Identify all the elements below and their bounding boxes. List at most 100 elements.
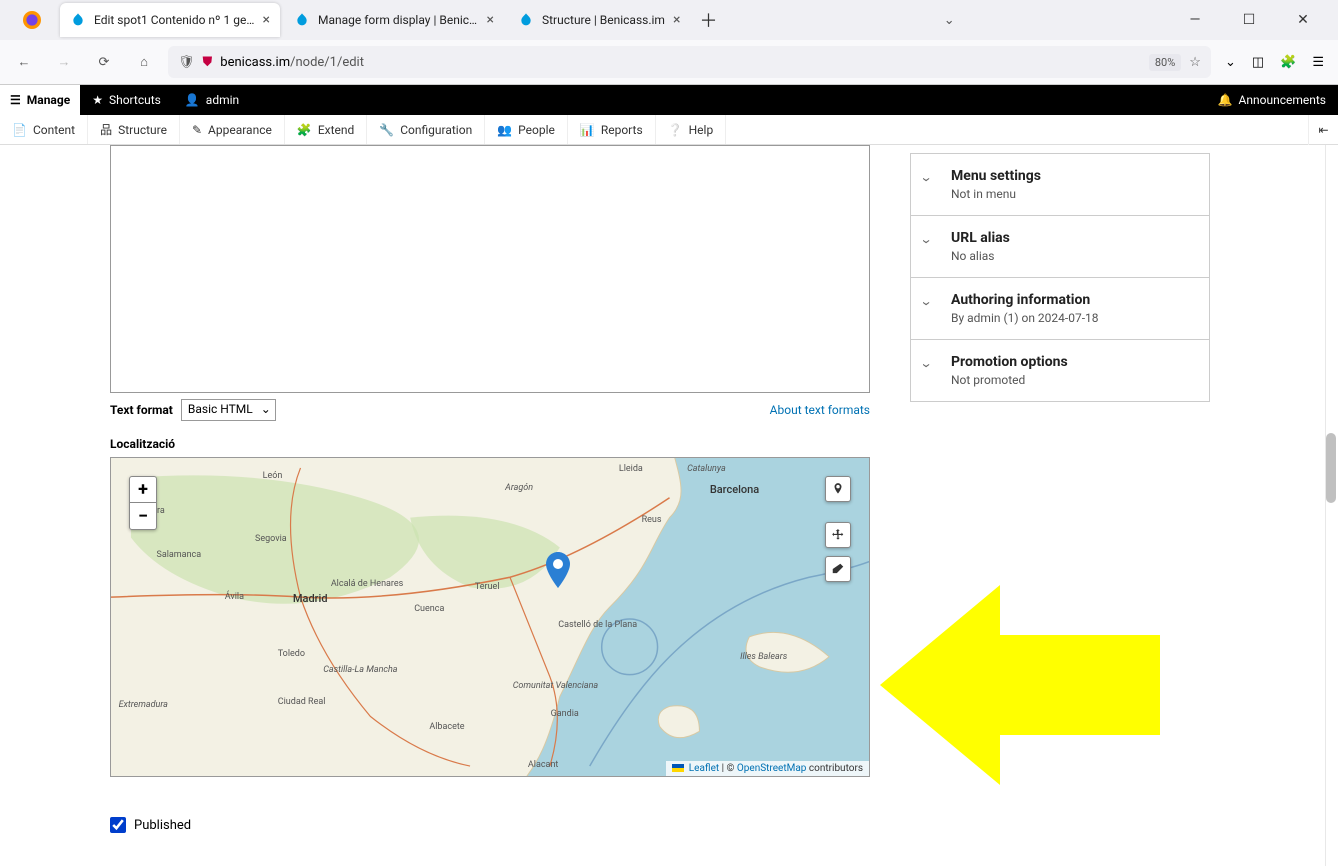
zoom-in-button[interactable]: + xyxy=(130,477,156,503)
tab-manage-form[interactable]: Manage form display | Benicass × xyxy=(284,3,504,37)
erase-button[interactable] xyxy=(825,556,851,582)
shortcuts-label: Shortcuts xyxy=(109,93,161,107)
manage-label: Manage xyxy=(27,93,70,107)
file-icon: 📄 xyxy=(12,123,27,137)
text-format-row: Text format Basic HTML ⌄ About text form… xyxy=(110,399,870,421)
collapse-toolbar-button[interactable]: ⇤ xyxy=(1308,115,1338,145)
people-icon: 👥 xyxy=(497,123,512,137)
maximize-button[interactable]: ☐ xyxy=(1230,12,1268,28)
tab-title: Edit spot1 Contenido nº 1 geol xyxy=(94,13,255,27)
tab-structure[interactable]: Structure | Benicass.im × xyxy=(508,3,690,37)
bell-icon: 🔔 xyxy=(1218,93,1233,107)
map-marker-icon[interactable] xyxy=(546,552,570,592)
flag-icon xyxy=(672,764,684,772)
osm-link[interactable]: OpenStreetMap xyxy=(737,763,807,774)
people-link[interactable]: 👥People xyxy=(485,115,568,144)
map-label-barcelona: Barcelona xyxy=(710,483,759,496)
help-icon: ❔ xyxy=(668,123,683,137)
location-field-label: Localització xyxy=(110,437,870,451)
scrollbar-thumb[interactable] xyxy=(1326,433,1336,503)
configuration-link[interactable]: 🔧Configuration xyxy=(367,115,485,144)
panel-title: Menu settings xyxy=(951,168,1193,184)
leaflet-link[interactable]: Leaflet xyxy=(689,763,719,774)
map-label-cuenca: Cuenca xyxy=(414,604,444,614)
reports-link[interactable]: 📊Reports xyxy=(568,115,656,144)
zoom-badge[interactable]: 80% xyxy=(1149,54,1181,71)
tab-title: Manage form display | Benicass xyxy=(318,13,479,27)
drupal-subtoolbar: 📄Content 品Structure ✎Appearance 🧩Extend … xyxy=(0,115,1338,145)
published-row: Published xyxy=(110,817,870,833)
structure-link[interactable]: 品Structure xyxy=(88,115,180,144)
published-label: Published xyxy=(134,818,191,833)
text-format-select[interactable]: Basic HTML ⌄ xyxy=(181,399,276,421)
authoring-info-panel[interactable]: Authoring information By admin (1) on 20… xyxy=(910,277,1210,339)
drupal-icon xyxy=(294,12,310,28)
structure-icon: 品 xyxy=(100,121,112,138)
map-label-gandia: Gandia xyxy=(551,709,579,719)
edit-form-sidebar: Menu settings Not in menu URL alias No a… xyxy=(910,153,1210,866)
panel-subtitle: By admin (1) on 2024-07-18 xyxy=(951,311,1193,325)
new-tab-button[interactable]: ＋ xyxy=(694,6,722,34)
map-label-lleida: Lleida xyxy=(619,464,643,474)
leaflet-map[interactable]: Madrid Barcelona Castelló de la Plana Co… xyxy=(110,457,870,777)
url-bar[interactable]: 🛡 ⛊ benicass.im/node/1/edit 80% ☆ xyxy=(168,46,1211,78)
content-link[interactable]: 📄Content xyxy=(0,115,88,144)
url-alias-panel[interactable]: URL alias No alias xyxy=(910,215,1210,277)
published-checkbox[interactable] xyxy=(110,817,126,833)
body-textarea[interactable] xyxy=(110,145,870,393)
promotion-options-panel[interactable]: Promotion options Not promoted xyxy=(910,339,1210,402)
shield-icon: 🛡 xyxy=(178,55,195,70)
reload-button[interactable]: ⟳ xyxy=(88,46,120,78)
map-label-leon: León xyxy=(263,471,283,481)
home-button[interactable]: ⌂ xyxy=(128,46,160,78)
locate-button[interactable] xyxy=(825,476,851,502)
close-icon[interactable]: × xyxy=(487,12,494,28)
extensions-icon[interactable]: ◫ xyxy=(1252,55,1264,70)
drupal-icon xyxy=(70,12,86,28)
manage-toggle[interactable]: ☰ Manage xyxy=(0,85,80,115)
close-icon[interactable]: × xyxy=(263,12,270,28)
map-label-clm: Castilla-La Mancha xyxy=(323,665,397,675)
puzzle-icon[interactable]: 🧩 xyxy=(1280,55,1296,70)
back-button[interactable]: ← xyxy=(8,46,40,78)
menu-settings-panel[interactable]: Menu settings Not in menu xyxy=(910,153,1210,215)
about-text-formats-link[interactable]: About text formats xyxy=(770,403,870,417)
window-controls: — ☐ ✕ xyxy=(1176,12,1330,28)
addr-right-icons: ⌄ ◫ 🧩 ☰ xyxy=(1219,55,1330,70)
map-label-castello: Castelló de la Plana xyxy=(558,620,637,630)
user-link[interactable]: 👤 admin xyxy=(173,85,251,115)
menu-icon[interactable]: ☰ xyxy=(1312,55,1324,70)
forward-button[interactable]: → xyxy=(48,46,80,78)
url-text: benicass.im/node/1/edit xyxy=(220,55,1141,70)
move-button[interactable] xyxy=(825,522,851,548)
chevron-down-icon: ⌄ xyxy=(261,402,271,416)
map-label-albacete: Albacete xyxy=(429,722,464,732)
extend-link[interactable]: 🧩Extend xyxy=(285,115,367,144)
tabs-dropdown-icon[interactable]: ⌄ xyxy=(924,13,975,28)
help-link[interactable]: ❔Help xyxy=(656,115,727,144)
drupal-icon xyxy=(518,12,534,28)
map-label-reus: Reus xyxy=(642,515,662,525)
close-icon[interactable]: × xyxy=(673,12,680,28)
panel-subtitle: No alias xyxy=(951,249,1193,263)
map-label-segovia: Segovia xyxy=(255,534,287,544)
map-label-madrid: Madrid xyxy=(293,592,328,605)
user-label: admin xyxy=(206,93,239,107)
bookmark-star-icon[interactable]: ☆ xyxy=(1189,55,1201,70)
zoom-out-button[interactable]: − xyxy=(130,503,156,529)
star-icon: ★ xyxy=(92,93,103,107)
panel-title: Promotion options xyxy=(951,354,1193,370)
user-icon: 👤 xyxy=(185,93,200,107)
chart-icon: 📊 xyxy=(580,123,595,137)
appearance-link[interactable]: ✎Appearance xyxy=(180,115,285,144)
map-attribution: Leaflet | © OpenStreetMap contributors xyxy=(666,761,869,776)
close-window-button[interactable]: ✕ xyxy=(1284,12,1322,28)
minimize-button[interactable]: — xyxy=(1176,12,1214,28)
address-bar-row: ← → ⟳ ⌂ 🛡 ⛊ benicass.im/node/1/edit 80% … xyxy=(0,40,1338,84)
shortcuts-link[interactable]: ★ Shortcuts xyxy=(80,85,173,115)
brush-icon: ✎ xyxy=(192,123,202,137)
tab-edit-spot1[interactable]: Edit spot1 Contenido nº 1 geol × xyxy=(60,3,280,37)
announcements-link[interactable]: 🔔 Announcements xyxy=(1206,93,1338,107)
pocket-icon[interactable]: ⌄ xyxy=(1225,55,1236,70)
scrollbar[interactable] xyxy=(1325,145,1337,866)
